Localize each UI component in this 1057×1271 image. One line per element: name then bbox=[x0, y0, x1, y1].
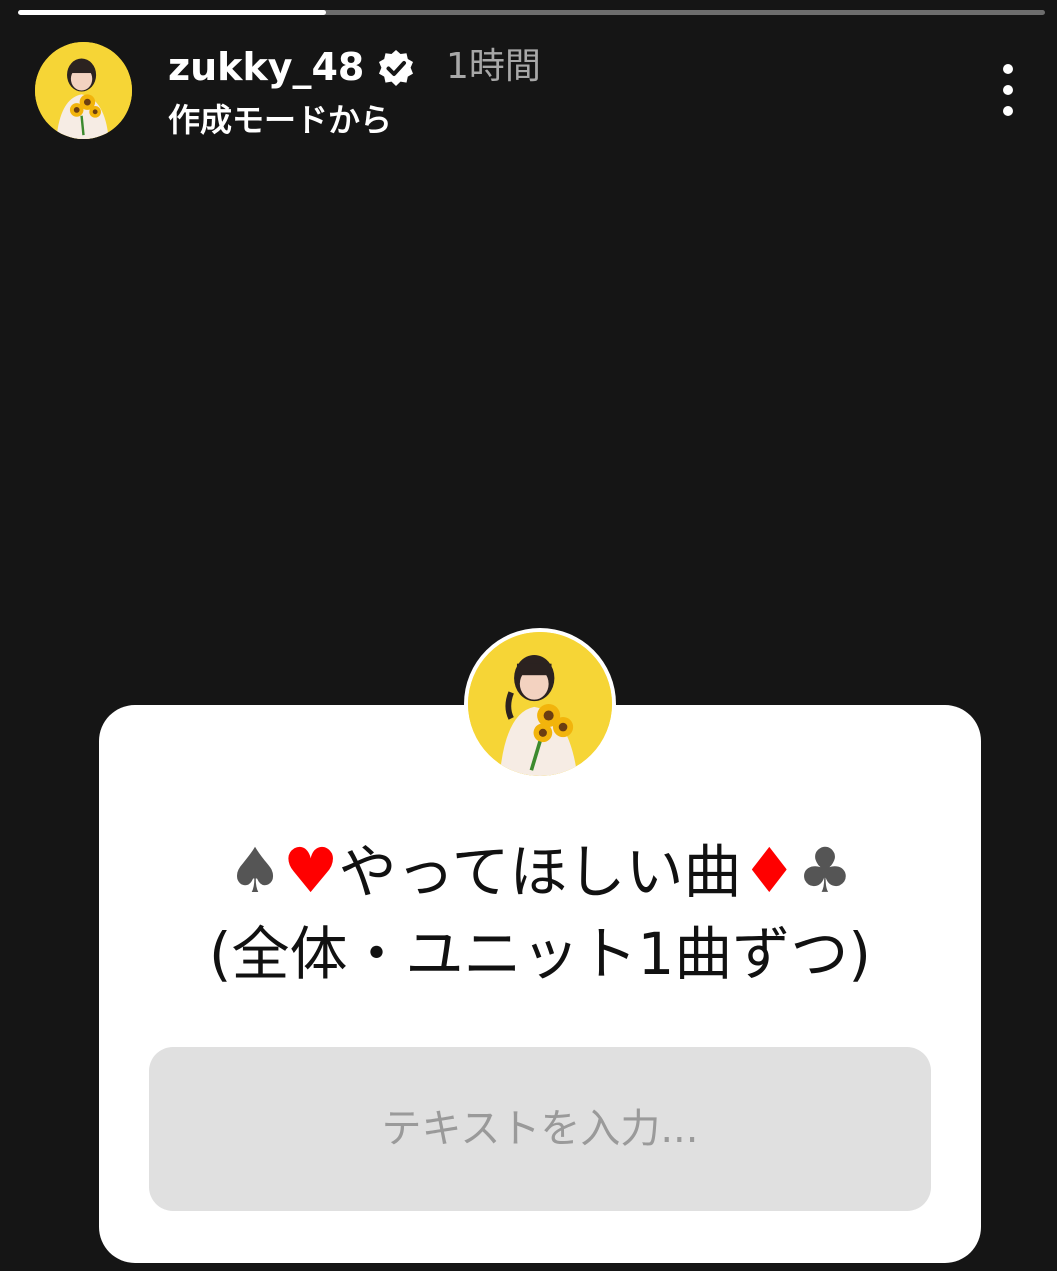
post-source-label: 作成モードから bbox=[168, 101, 393, 139]
question-line-1: ♠♥やってほしい曲♦♣ bbox=[99, 830, 981, 913]
avatar-photo bbox=[468, 632, 612, 776]
more-dot bbox=[1003, 106, 1013, 116]
username[interactable]: zukky_48 bbox=[168, 42, 364, 92]
more-vertical-icon bbox=[1003, 64, 1013, 74]
profile-avatar[interactable] bbox=[35, 42, 132, 139]
more-options-button[interactable] bbox=[988, 60, 1028, 120]
heart-icon: ♥ bbox=[282, 834, 339, 907]
verified-badge-icon bbox=[379, 50, 413, 86]
story-progress-bar bbox=[18, 10, 1045, 15]
question-text: ♠♥やってほしい曲♦♣ (全体・ユニット1曲ずつ) bbox=[99, 830, 981, 995]
diamond-icon: ♦ bbox=[741, 834, 798, 907]
club-icon: ♣ bbox=[797, 834, 853, 907]
story-progress-fill bbox=[18, 10, 327, 15]
question-title: やってほしい曲 bbox=[338, 838, 742, 906]
spade-icon: ♠ bbox=[227, 834, 283, 907]
question-line-2: (全体・ユニット1曲ずつ) bbox=[208, 920, 872, 988]
post-timestamp: 1時間 bbox=[446, 46, 541, 87]
more-dot bbox=[1003, 85, 1013, 95]
answer-input[interactable] bbox=[149, 1047, 931, 1211]
avatar-photo bbox=[35, 42, 132, 139]
sticker-avatar bbox=[468, 632, 612, 776]
